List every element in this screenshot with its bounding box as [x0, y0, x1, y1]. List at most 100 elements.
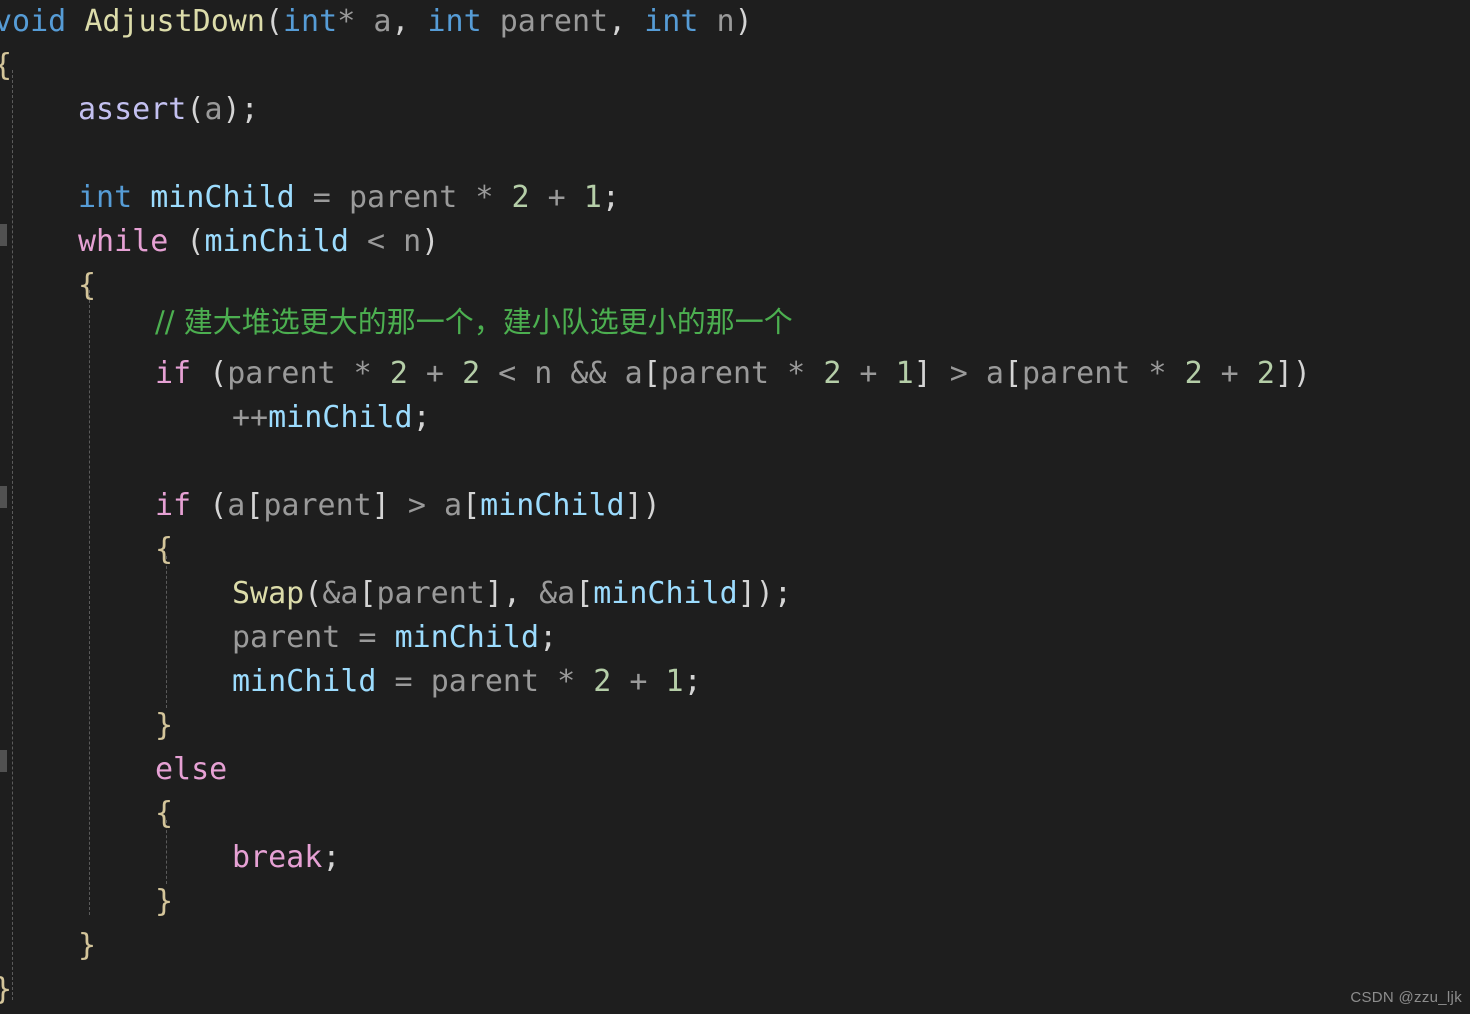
code-token: ; — [412, 400, 431, 435]
code-token: 2 — [593, 664, 612, 699]
code-token: parent — [263, 488, 372, 523]
code-line[interactable]: void AdjustDown(int* a, int parent, int … — [0, 0, 753, 44]
code-token: ( — [209, 356, 228, 391]
code-line[interactable]: assert(a); — [78, 88, 259, 132]
code-token: * — [335, 356, 390, 391]
code-token: = — [376, 664, 431, 699]
code-token: } — [155, 708, 174, 743]
code-token: , — [608, 4, 645, 39]
code-token: minChild — [150, 180, 295, 215]
code-token: // 建大堆选更大的那一个，建小队选更小的那一个 — [155, 305, 793, 339]
code-token: parent — [348, 180, 458, 215]
code-token: < n && a — [480, 356, 643, 391]
code-line[interactable]: int minChild = parent * 2 + 1; — [78, 176, 620, 220]
code-line[interactable]: Swap(&a[parent], &a[minChild]); — [232, 572, 792, 616]
code-editor-surface[interactable]: void AdjustDown(int* a, int parent, int … — [0, 0, 1470, 1014]
csdn-watermark: CSDN @zzu_ljk — [1350, 989, 1462, 1006]
code-token: parent — [1022, 356, 1131, 391]
code-token: [ — [358, 576, 377, 611]
code-line[interactable]: // 建大堆选更大的那一个，建小队选更小的那一个 — [155, 300, 793, 344]
code-token: ; — [240, 92, 259, 127]
code-line[interactable]: } — [78, 924, 96, 968]
code-token: 2 — [1184, 356, 1203, 391]
code-token: parent — [232, 620, 341, 655]
code-token: parent — [430, 664, 540, 699]
code-line[interactable]: } — [0, 968, 12, 1012]
code-token: minChild — [268, 400, 413, 435]
code-token: assert — [78, 92, 187, 127]
code-token: int — [427, 4, 482, 39]
code-line[interactable]: while (minChild < n) — [78, 220, 439, 264]
code-token: , — [502, 576, 540, 611]
code-token: ; — [683, 664, 702, 699]
code-token: 2 — [511, 180, 530, 215]
code-line[interactable]: if (parent * 2 + 2 < n && a[parent * 2 +… — [155, 352, 1311, 396]
code-token: } — [155, 884, 174, 919]
code-token: while — [78, 224, 169, 259]
code-token: { — [78, 268, 97, 303]
code-token: ]) — [737, 576, 774, 611]
code-line[interactable]: else — [155, 748, 227, 792]
code-text-area[interactable]: void AdjustDown(int* a, int parent, int … — [0, 0, 1470, 1014]
code-line[interactable]: } — [155, 704, 173, 748]
code-token: minChild — [480, 488, 625, 523]
code-token: ; — [539, 620, 558, 655]
code-token: Swap — [232, 576, 305, 611]
code-token: [ — [462, 488, 481, 523]
code-line[interactable]: { — [0, 44, 12, 88]
code-token: &a — [322, 576, 359, 611]
code-token: 2 — [389, 356, 408, 391]
code-token: } — [78, 928, 97, 963]
code-line[interactable]: { — [78, 264, 96, 308]
code-token: minChild — [593, 576, 738, 611]
code-token: [ — [575, 576, 594, 611]
code-token: minChild — [232, 664, 377, 699]
code-token: * — [457, 180, 512, 215]
code-token: a — [227, 488, 246, 523]
code-token: parent — [376, 576, 485, 611]
code-token: n — [698, 4, 735, 39]
code-token: 2 — [462, 356, 481, 391]
code-token: > a — [389, 488, 463, 523]
code-line[interactable]: minChild = parent * 2 + 1; — [232, 660, 702, 704]
code-token: = — [340, 620, 395, 655]
code-line[interactable]: parent = minChild; — [232, 616, 557, 660]
code-token: int — [644, 4, 699, 39]
code-token: ) — [222, 92, 241, 127]
code-token: + — [611, 664, 666, 699]
code-token: ]) — [624, 488, 661, 523]
code-token: ) — [734, 4, 753, 39]
code-token: int — [283, 4, 338, 39]
code-line[interactable]: { — [155, 528, 173, 572]
code-token: ( — [186, 92, 205, 127]
code-token: ( — [186, 224, 205, 259]
code-token: ]) — [1274, 356, 1311, 391]
code-token: ; — [601, 180, 620, 215]
code-token: 2 — [1256, 356, 1275, 391]
code-token: 2 — [823, 356, 842, 391]
code-line[interactable]: ++minChild; — [232, 396, 431, 440]
code-token: [ — [642, 356, 661, 391]
code-token: < n — [348, 224, 422, 259]
code-token: * — [769, 356, 824, 391]
code-line[interactable]: break; — [232, 836, 340, 880]
code-token: if — [155, 488, 192, 523]
code-token: ) — [421, 224, 440, 259]
code-line[interactable]: { — [155, 792, 173, 836]
code-token: 1 — [665, 664, 684, 699]
code-line[interactable]: } — [155, 880, 173, 924]
code-token: a — [204, 92, 223, 127]
code-token: int — [78, 180, 133, 215]
code-token: minChild — [394, 620, 540, 655]
code-token: break — [232, 840, 323, 875]
code-token: parent — [227, 356, 336, 391]
code-token: else — [155, 752, 228, 787]
code-token: > a — [931, 356, 1004, 391]
code-token: [ — [245, 488, 264, 523]
code-token: ( — [264, 4, 283, 39]
code-line[interactable]: if (a[parent] > a[minChild]) — [155, 484, 661, 528]
